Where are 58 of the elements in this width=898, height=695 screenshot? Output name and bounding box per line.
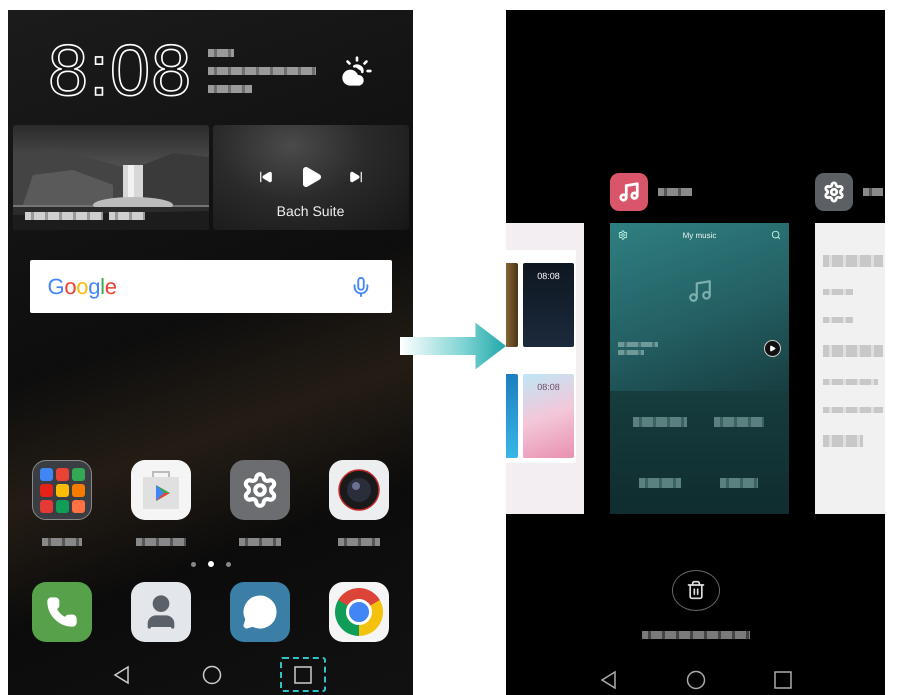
blurred-label <box>823 435 863 447</box>
person-icon[interactable] <box>131 582 191 642</box>
blurred-label <box>108 212 144 220</box>
gear-icon <box>815 173 853 211</box>
camera-lens-icon[interactable] <box>329 460 389 520</box>
blurred-label <box>136 538 186 546</box>
music-note-icon <box>610 173 648 211</box>
blurred-label <box>618 350 644 355</box>
blurred-label <box>823 317 853 323</box>
blurred-label <box>823 407 883 413</box>
search-logo: Google <box>48 274 117 300</box>
thumbnail-time: 08:08 <box>537 271 560 283</box>
shopping-bag-icon[interactable] <box>131 460 191 520</box>
app-preview-card[interactable]: 08:08 08:08 <box>506 223 584 514</box>
play-button[interactable] <box>764 340 781 357</box>
speech-bubble-icon[interactable] <box>230 582 290 642</box>
blurred-label <box>618 342 658 347</box>
blurred-label <box>658 188 692 196</box>
screen-title: My music <box>682 230 716 240</box>
recents-icon[interactable] <box>292 664 312 684</box>
blurred-label <box>823 255 883 267</box>
search-icon <box>771 230 781 240</box>
gear-icon <box>618 230 628 240</box>
blurred-label <box>863 188 883 196</box>
app-preview-card[interactable]: My music <box>610 223 789 514</box>
home-icon[interactable] <box>202 664 222 684</box>
blurred-label <box>239 538 281 546</box>
browser-icon[interactable] <box>329 582 389 642</box>
music-note-icon <box>686 278 712 304</box>
blurred-label <box>823 289 853 295</box>
blurred-label <box>338 538 380 546</box>
back-icon[interactable] <box>112 664 132 684</box>
blurred-label <box>823 345 883 357</box>
trash-icon <box>686 580 706 600</box>
recents-icon[interactable] <box>772 670 792 690</box>
blurred-label <box>714 416 764 427</box>
blurred-label <box>632 416 687 427</box>
play-icon <box>769 345 776 352</box>
blurred-label <box>720 478 758 488</box>
phone-icon[interactable] <box>32 582 92 642</box>
search-bar[interactable]: Google <box>30 260 392 313</box>
blurred-label <box>823 379 878 385</box>
recents-button[interactable] <box>280 657 326 692</box>
thumbnail-time: 08:08 <box>537 382 560 394</box>
blurred-label <box>42 538 82 546</box>
clear-all-button[interactable] <box>672 570 720 611</box>
previous-icon[interactable] <box>258 170 272 184</box>
blurred-label <box>208 49 234 57</box>
back-icon[interactable] <box>598 670 618 690</box>
clock-time: 8:08 <box>48 40 192 102</box>
folder-icon[interactable] <box>32 460 92 520</box>
blurred-label <box>638 478 681 488</box>
blurred-label <box>208 85 252 93</box>
gear-icon[interactable] <box>230 460 290 520</box>
next-icon[interactable] <box>348 170 362 184</box>
track-title: Bach Suite <box>276 203 344 219</box>
cloud-sun-icon <box>341 55 373 87</box>
home-icon[interactable] <box>686 670 706 690</box>
